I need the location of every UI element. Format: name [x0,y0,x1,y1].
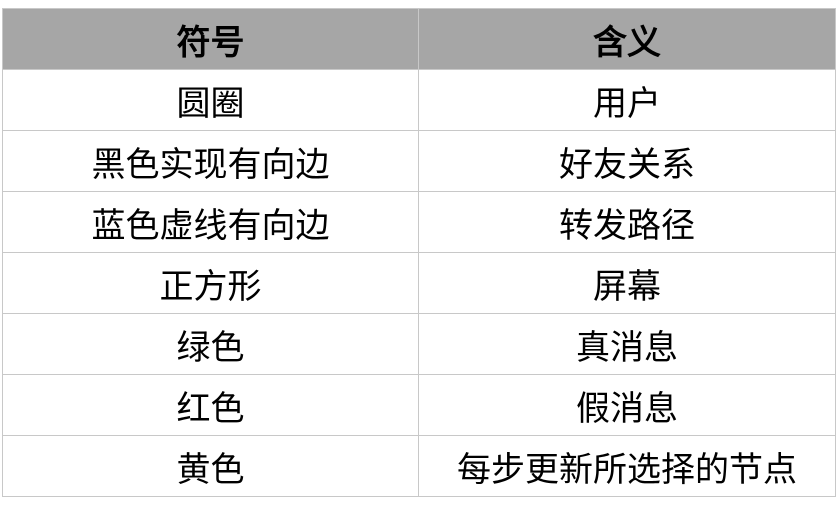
cell-meaning: 屏幕 [418,252,836,314]
table-row: 黄色 每步更新所选择的节点 [2,435,836,497]
cell-meaning: 转发路径 [418,191,836,253]
cell-meaning: 假消息 [418,374,836,436]
cell-meaning: 用户 [418,69,836,131]
cell-symbol: 圆圈 [2,69,419,131]
table-row: 蓝色虚线有向边 转发路径 [2,191,836,253]
cell-meaning: 每步更新所选择的节点 [418,435,836,497]
cell-symbol: 绿色 [2,313,419,375]
cell-meaning: 真消息 [418,313,836,375]
cell-symbol: 黑色实现有向边 [2,130,419,192]
table-header-row: 符号 含义 [2,8,836,70]
table-row: 圆圈 用户 [2,69,836,131]
table-row: 红色 假消息 [2,374,836,436]
cell-symbol: 蓝色虚线有向边 [2,191,419,253]
cell-meaning: 好友关系 [418,130,836,192]
header-symbol: 符号 [2,8,419,70]
cell-symbol: 红色 [2,374,419,436]
legend-table: 符号 含义 圆圈 用户 黑色实现有向边 好友关系 蓝色虚线有向边 转发路径 正方… [2,8,836,497]
cell-symbol: 黄色 [2,435,419,497]
table-row: 正方形 屏幕 [2,252,836,314]
table-row: 黑色实现有向边 好友关系 [2,130,836,192]
table-row: 绿色 真消息 [2,313,836,375]
header-meaning: 含义 [418,8,836,70]
cell-symbol: 正方形 [2,252,419,314]
